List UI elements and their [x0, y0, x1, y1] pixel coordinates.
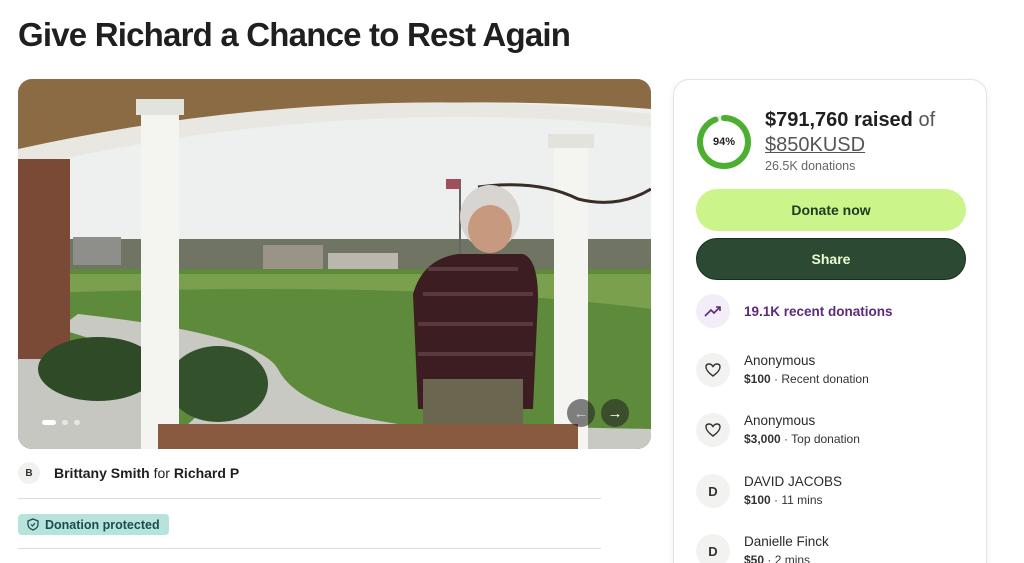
donor-meta: $100 · Recent donation	[744, 370, 869, 388]
campaign-photo-carousel[interactable]: ← →	[18, 79, 651, 449]
donor-avatar: D	[696, 534, 730, 563]
donor-note: · Recent donation	[770, 372, 869, 386]
donate-now-button[interactable]: Donate now	[696, 189, 966, 231]
donor-meta: $50 · 2 mins	[744, 551, 829, 563]
donor-name: Danielle Finck	[744, 534, 829, 549]
raised-summary: $791,760 raised of	[765, 108, 935, 133]
donor-item: Anonymous $100 · Recent donation	[696, 352, 869, 388]
recent-donations-label: 19.1K recent donations	[744, 303, 893, 319]
doorbell-camera-photo	[18, 79, 651, 449]
carousel-prev-button[interactable]: ←	[567, 399, 595, 427]
progress-percent: 94%	[712, 136, 736, 148]
heart-hand-icon	[696, 353, 730, 387]
organizer-line: B Brittany Smith for Richard P	[18, 462, 239, 484]
donor-note: · Top donation	[780, 432, 860, 446]
donation-protected-badge[interactable]: Donation protected	[18, 514, 169, 535]
carousel-dot-active[interactable]	[42, 420, 56, 425]
carousel-dot[interactable]	[62, 420, 68, 425]
donor-item: Anonymous $3,000 · Top donation	[696, 412, 860, 448]
donor-avatar: D	[696, 474, 730, 508]
heart-hand-icon	[696, 413, 730, 447]
divider	[18, 548, 601, 549]
donor-name: DAVID JACOBS	[744, 474, 843, 489]
organizer-text: Brittany Smith for Richard P	[54, 465, 239, 481]
page-title: Give Richard a Chance to Rest Again	[18, 16, 571, 53]
donations-count: 26.5K donations	[765, 159, 856, 173]
carousel-indicator	[42, 420, 80, 425]
goal-amount[interactable]: $850KUSD	[765, 133, 865, 158]
donor-name: Anonymous	[744, 353, 816, 368]
beneficiary-name[interactable]: Richard P	[174, 465, 239, 481]
carousel-dot[interactable]	[74, 420, 80, 425]
donation-protected-label: Donation protected	[45, 517, 160, 532]
donor-item: D Danielle Finck $50 · 2 mins	[696, 533, 829, 563]
donor-note: · 2 mins	[764, 553, 811, 563]
organizer-for: for	[153, 465, 170, 481]
recent-donations-link[interactable]: 19.1K recent donations	[696, 294, 893, 328]
donor-amount: $100	[744, 372, 771, 386]
arrow-left-icon: ←	[573, 404, 589, 422]
divider	[18, 498, 601, 499]
donor-meta: $100 · 11 mins	[744, 491, 842, 509]
organizer-name[interactable]: Brittany Smith	[54, 465, 150, 481]
donor-amount: $3,000	[744, 432, 781, 446]
donation-card: 94% $791,760 raised of $850KUSD 26.5K do…	[673, 79, 987, 563]
arrow-right-icon: →	[607, 404, 623, 422]
donor-name: Anonymous	[744, 413, 816, 428]
donor-note: · 11 mins	[770, 493, 823, 507]
donor-amount: $100	[744, 493, 771, 507]
donor-amount: $50	[744, 553, 765, 563]
raised-amount: $791,760 raised	[765, 109, 913, 131]
shield-icon	[27, 518, 39, 531]
carousel-next-button[interactable]: →	[601, 399, 629, 427]
raised-of: of	[918, 109, 936, 131]
organizer-avatar[interactable]: B	[18, 462, 40, 484]
donor-meta: $3,000 · Top donation	[744, 430, 860, 448]
share-button[interactable]: Share	[696, 238, 966, 280]
trending-up-icon	[696, 294, 730, 328]
donor-item: D DAVID JACOBS $100 · 11 mins	[696, 473, 842, 509]
